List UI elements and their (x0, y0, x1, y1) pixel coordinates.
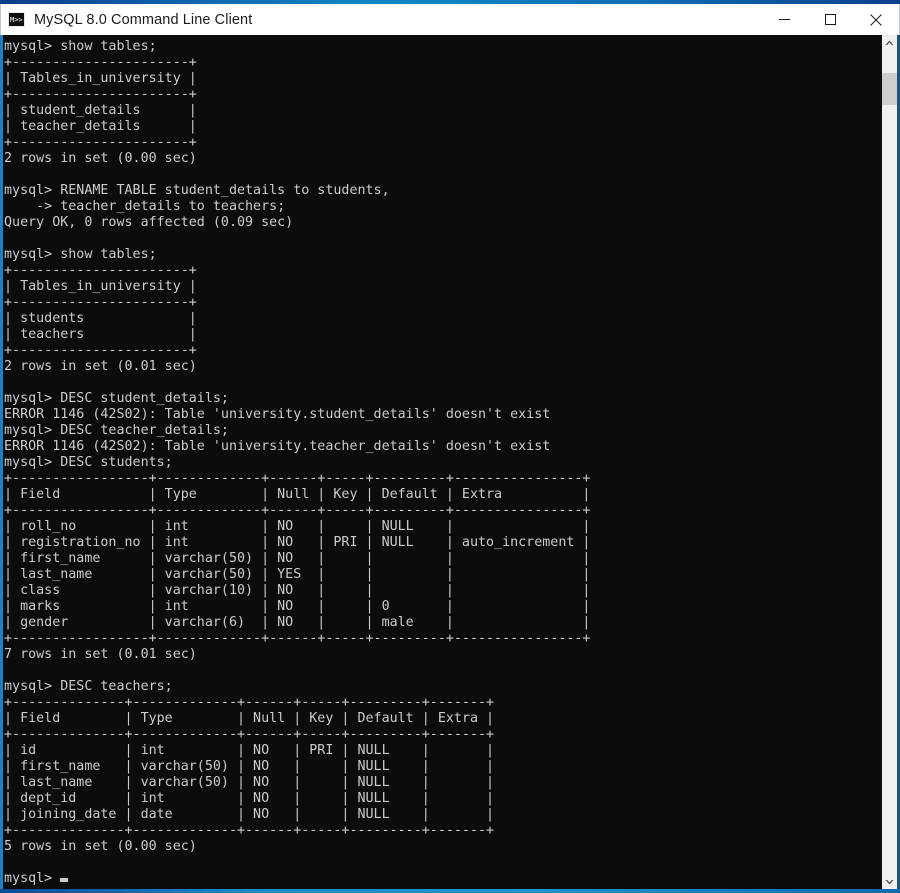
terminal-output: mysql> show tables; +-------------------… (3, 39, 881, 887)
mysql-command-line-window: M>> MySQL 8.0 Command Line Client (0, 0, 900, 893)
terminal-session-text: mysql> show tables; +-------------------… (4, 39, 590, 854)
minimize-button[interactable] (761, 4, 807, 35)
close-button[interactable] (853, 4, 899, 35)
window-controls (761, 4, 899, 35)
terminal-screen[interactable]: mysql> show tables; +-------------------… (3, 35, 881, 889)
scroll-up-arrow[interactable] (882, 35, 897, 50)
terminal-prompt: mysql> (4, 871, 60, 886)
title-bar[interactable]: M>> MySQL 8.0 Command Line Client (0, 4, 900, 35)
maximize-button[interactable] (807, 4, 853, 35)
scroll-down-arrow[interactable] (882, 874, 897, 889)
scrollbar-thumb[interactable] (882, 73, 897, 105)
terminal-cursor (60, 878, 68, 882)
window-title: MySQL 8.0 Command Line Client (34, 12, 252, 28)
window-bottom-accent-border (0, 889, 900, 893)
vertical-scrollbar[interactable] (881, 35, 897, 889)
svg-text:M>>: M>> (10, 16, 23, 24)
mysql-console-icon: M>> (8, 12, 25, 27)
terminal-window-body: mysql> show tables; +-------------------… (0, 35, 900, 889)
scrollbar-track[interactable] (882, 50, 897, 874)
